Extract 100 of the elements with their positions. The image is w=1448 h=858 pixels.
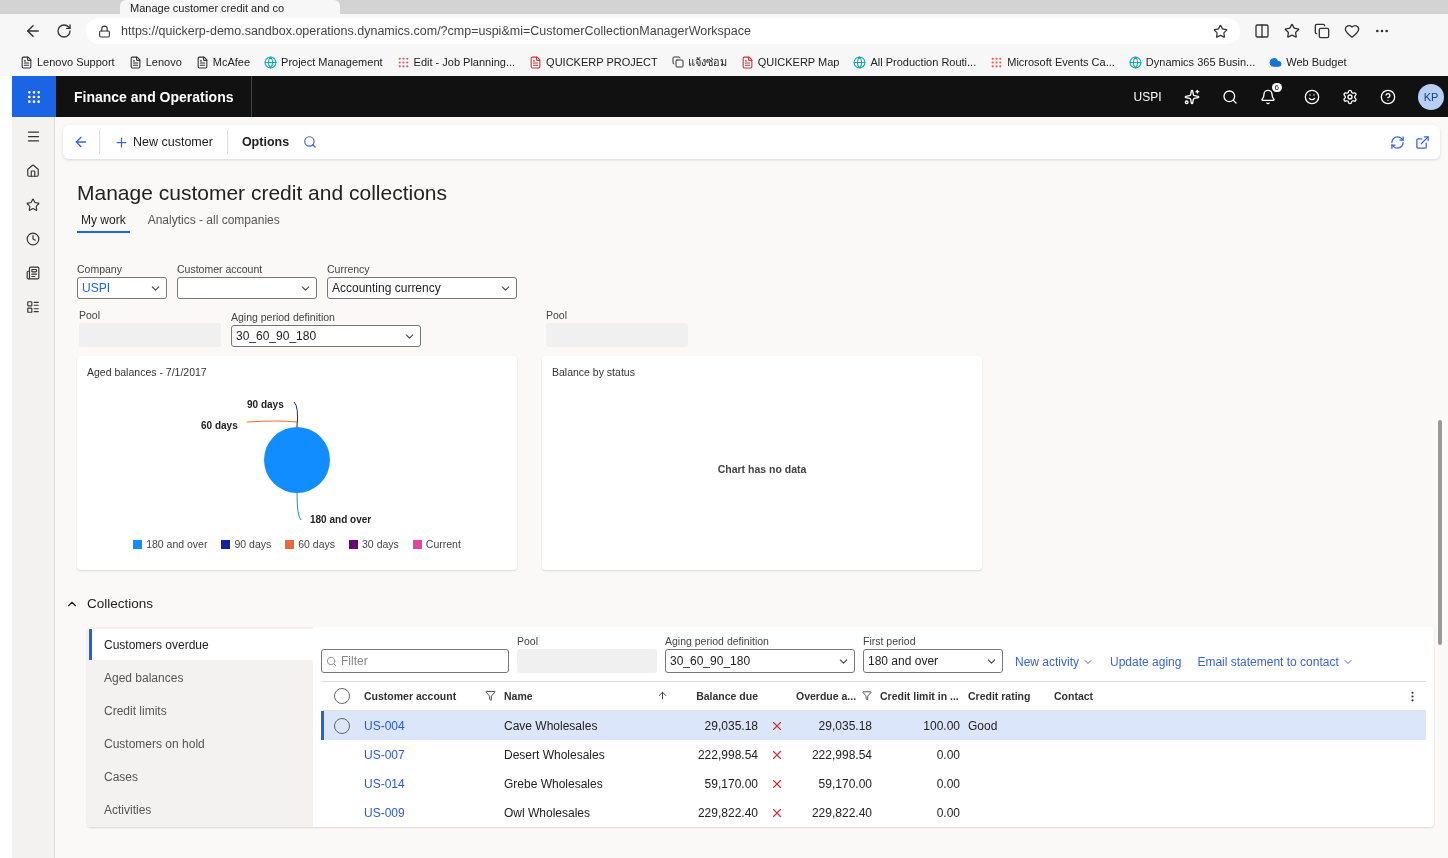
lock-icon (98, 24, 111, 38)
company-label[interactable]: USPI (1133, 89, 1162, 104)
refresh-icon[interactable] (1390, 134, 1405, 150)
table-cell-text: 100.00 (922, 718, 961, 733)
bell-icon[interactable] (1259, 88, 1276, 105)
collections-nav-item[interactable]: Cases (89, 761, 313, 792)
dropdown-field[interactable]: 180 and over (863, 649, 1003, 673)
action-link[interactable]: Update aging (1106, 655, 1186, 669)
bookmark-icon (20, 55, 33, 69)
collections-nav-item[interactable]: Customers on hold (89, 728, 313, 759)
action-link[interactable]: New activity (1011, 655, 1098, 669)
page-tab[interactable]: My work (77, 211, 130, 233)
back-icon[interactable] (24, 22, 42, 40)
star-icon[interactable] (26, 198, 40, 212)
star-icon[interactable] (1213, 23, 1228, 39)
page-tab[interactable]: Analytics - all companies (143, 211, 284, 233)
column-header[interactable]: Overdue a... (792, 690, 876, 702)
bookmark[interactable]: Edit - Job Planning... (396, 55, 516, 69)
back-icon[interactable] (73, 134, 89, 150)
column-header[interactable]: Credit limit in ... (876, 690, 964, 702)
menu-icon[interactable] (25, 129, 41, 144)
table-cell-text: 0.00 (935, 805, 961, 820)
collections-nav-item[interactable]: Customers overdue (89, 629, 313, 660)
bookmark[interactable]: แจ้งซ่อม (671, 53, 727, 71)
user-avatar[interactable]: KP (1418, 83, 1444, 110)
column-header[interactable]: Contact (1050, 690, 1406, 702)
account-link[interactable]: US-009 (360, 805, 500, 820)
collections-nav-item[interactable]: Credit limits (89, 695, 313, 726)
bookmark[interactable]: Lenovo Support (20, 55, 115, 69)
table-cell-text: 222,998.54 (810, 747, 873, 762)
table-cell-text: 0.00 (935, 776, 961, 791)
sparkle-icon[interactable] (1183, 88, 1200, 105)
action-link[interactable]: Email statement to contact (1193, 655, 1358, 669)
heart-icon[interactable] (1344, 23, 1360, 39)
bookmark-icon (1269, 55, 1283, 69)
bookmark[interactable]: Project Management (264, 55, 383, 69)
filter-field[interactable]: Filter (321, 649, 509, 673)
column-header[interactable]: Customer account (360, 690, 500, 702)
dropdown-field[interactable]: 30_60_90_180 (231, 325, 421, 347)
table-cell-text: 29,035.18 (703, 718, 759, 733)
column-header[interactable]: Name (500, 690, 672, 702)
scrollbar[interactable] (1438, 420, 1442, 645)
bookmark[interactable]: McAfee (195, 55, 251, 69)
slice-label: 180 and over (310, 514, 372, 525)
bookmark-icon (740, 55, 754, 69)
plus-icon (114, 134, 129, 150)
split-screen-icon[interactable] (1254, 23, 1270, 39)
table-cell-text: 59,170.00 (817, 776, 873, 791)
bookmark-icon (195, 55, 209, 69)
bookmark-icon (990, 55, 1004, 69)
dropdown-field[interactable] (177, 277, 317, 299)
table-row[interactable]: US-004 Cave Wholesales 29,035.18 29,035.18 100.00 Good (321, 711, 1426, 740)
bookmark[interactable]: QUICKERP PROJECT (529, 55, 658, 69)
collections-section-toggle[interactable]: Collections (65, 596, 1434, 611)
url-text: https://quickerp-demo.sandbox.operations.dynamics.com/?cmp=uspi&mi=CustomerCollectionManagerWorkspace (121, 24, 751, 38)
browser-tab[interactable]: Manage customer credit and co (120, 0, 340, 14)
account-link[interactable]: US-007 (360, 747, 500, 762)
field-label: Customer account (177, 263, 264, 275)
bookmark[interactable]: Dynamics 365 Busin... (1128, 55, 1256, 69)
field-label: Pool (546, 309, 568, 321)
bookmark[interactable]: QUICKERP Map (740, 55, 840, 69)
collections-icon[interactable] (1314, 23, 1330, 39)
column-header[interactable]: Balance due (672, 690, 762, 702)
bookmark-icon (1128, 55, 1142, 69)
open-new-window-icon[interactable] (1415, 134, 1430, 150)
notification-count: 6 (1271, 82, 1282, 92)
account-link[interactable]: US-014 (360, 776, 500, 791)
bookmark-icon (853, 55, 867, 69)
dropdown-field[interactable]: Accounting currency (327, 277, 517, 299)
app-launcher-button[interactable] (12, 76, 56, 117)
help-icon[interactable] (1380, 88, 1396, 105)
field-label: Aging period definition (231, 311, 336, 323)
bookmark-icon (128, 55, 142, 69)
address-bar[interactable]: https://quickerp-demo.sandbox.operations.dynamics.com/?cmp=uspi&mi=CustomerCollectionManagerWorkspace (86, 18, 1240, 44)
account-link[interactable]: US-004 (360, 718, 500, 733)
workspace-icon[interactable] (26, 266, 40, 280)
collections-nav-item[interactable]: Activities (89, 794, 313, 825)
collections-nav-item[interactable]: Aged balances (89, 662, 313, 693)
clock-icon[interactable] (26, 232, 40, 246)
field-label: Pool (517, 635, 539, 647)
bookmark[interactable]: Lenovo (128, 55, 182, 69)
search-icon[interactable] (1221, 88, 1238, 105)
dropdown-field[interactable]: USPI (77, 277, 167, 299)
column-header[interactable]: Credit rating (964, 690, 1050, 702)
settings-icon[interactable] (1342, 88, 1358, 105)
dropdown-field[interactable]: 30_60_90_180 (665, 649, 855, 673)
refresh-icon[interactable] (56, 23, 72, 39)
table-cell-text: Owl Wholesales (503, 805, 592, 820)
bookmark[interactable]: Web Budget (1269, 55, 1347, 69)
field-label: Aging period definition (665, 635, 770, 647)
favorites-icon[interactable] (1284, 23, 1300, 39)
bookmark[interactable]: All Production Routi... (853, 55, 977, 69)
list-icon[interactable] (26, 300, 40, 314)
home-icon[interactable] (26, 164, 40, 178)
options-button[interactable]: Options (237, 135, 294, 149)
grid-icon (26, 88, 42, 105)
smiley-icon[interactable] (1304, 88, 1320, 105)
new-customer-button[interactable]: New customer (110, 134, 217, 150)
bookmark[interactable]: Microsoft Events Ca... (990, 55, 1115, 69)
table-cell-text: 59,170.00 (703, 776, 759, 791)
